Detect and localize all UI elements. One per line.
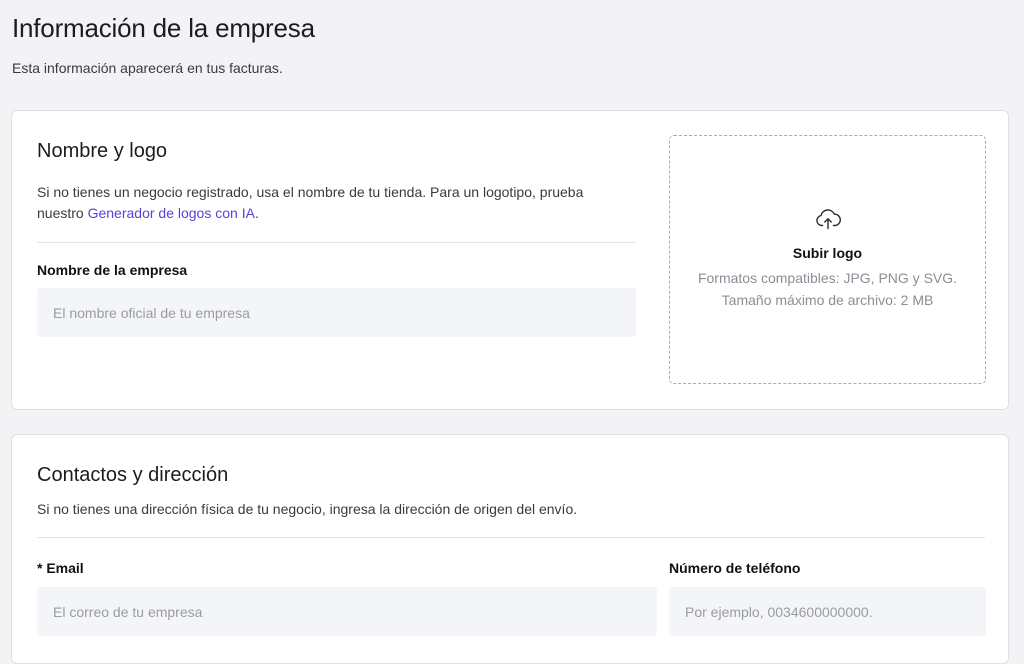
page-title: Información de la empresa bbox=[12, 13, 315, 43]
contacts-title: Contactos y dirección bbox=[37, 464, 229, 486]
phone-label: Número de teléfono bbox=[669, 560, 801, 576]
contacts-divider bbox=[37, 537, 985, 538]
name-logo-title: Nombre y logo bbox=[37, 140, 168, 162]
upload-logo-title: Subir logo bbox=[792, 245, 863, 261]
company-name-input[interactable] bbox=[37, 288, 636, 337]
ai-logo-generator-link[interactable]: Generador de logos con IA bbox=[88, 205, 255, 221]
page-subtitle: Esta información aparecerá en tus factur… bbox=[12, 60, 283, 76]
cloud-upload-icon bbox=[816, 209, 841, 230]
contacts-address-card: Contactos y dirección Si no tienes una d… bbox=[11, 434, 1009, 664]
company-name-label: Nombre de la empresa bbox=[37, 262, 188, 278]
upload-max-size-hint: Tamaño máximo de archivo: 2 MB bbox=[721, 292, 934, 308]
logo-upload-dropzone[interactable]: Subir logo Formatos compatibles: JPG, PN… bbox=[669, 135, 986, 384]
name-logo-card: Nombre y logo Si no tienes un negocio re… bbox=[11, 110, 1009, 410]
phone-input[interactable] bbox=[669, 587, 986, 636]
upload-formats-hint: Formatos compatibles: JPG, PNG y SVG. bbox=[697, 270, 958, 286]
email-input[interactable] bbox=[37, 587, 657, 636]
name-logo-description: Si no tienes un negocio registrado, usa … bbox=[37, 182, 627, 224]
name-logo-description-end: . bbox=[254, 205, 259, 221]
contacts-description: Si no tienes una dirección física de tu … bbox=[37, 501, 578, 517]
name-logo-divider bbox=[37, 242, 636, 243]
email-label: * Email bbox=[37, 560, 84, 576]
